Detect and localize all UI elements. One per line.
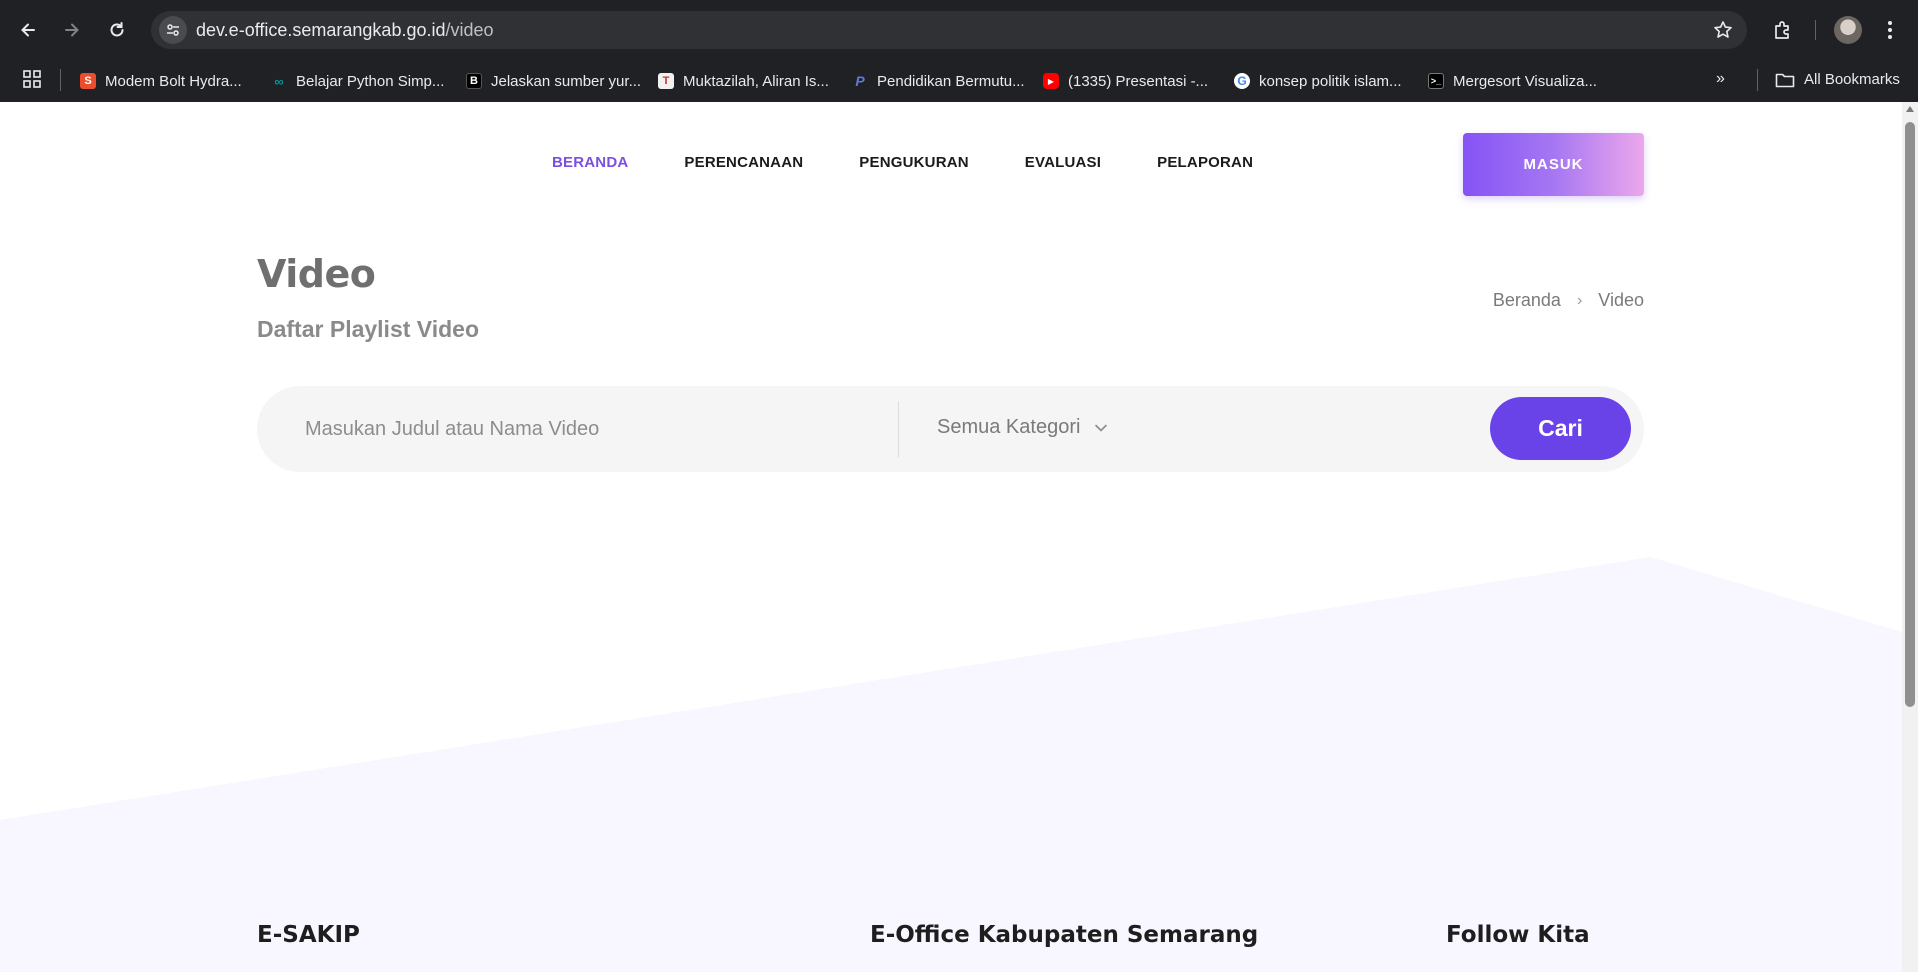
kebab-menu-icon: [1888, 21, 1892, 39]
bookmarks-divider: [1757, 69, 1758, 91]
youtube-icon: ▶: [1043, 73, 1059, 89]
breadcrumb-current: Video: [1598, 290, 1644, 310]
category-select-value: Semua Kategori: [937, 416, 1081, 438]
browser-chrome: dev.e-office.semarangkab.go.id/video S M…: [0, 0, 1918, 102]
bookmarks-divider: [60, 69, 61, 91]
breadcrumb-home-link[interactable]: Beranda: [1493, 290, 1561, 311]
profile-button[interactable]: [1833, 15, 1863, 45]
nav-item-evaluasi[interactable]: EVALUASI: [1025, 154, 1101, 171]
bookmark-label: (1335) Presentasi -...: [1068, 72, 1209, 90]
all-bookmarks-label: All Bookmarks: [1804, 71, 1900, 88]
browser-menu-button[interactable]: [1880, 15, 1900, 45]
puzzle-icon: [1775, 21, 1789, 39]
tirto-icon: T: [658, 73, 674, 89]
bookmark-label: Jelaskan sumber yur...: [491, 72, 642, 90]
chevron-down-icon: [1095, 424, 1108, 432]
folder-icon: [1775, 73, 1795, 87]
shopee-icon: S: [80, 73, 96, 89]
bookmark-item[interactable]: G konsep politik islam...: [1234, 71, 1402, 91]
paypal-icon: P: [855, 73, 865, 89]
nav-item-pelaporan[interactable]: PELAPORAN: [1157, 154, 1253, 171]
page-subtitle: Daftar Playlist Video: [257, 316, 479, 342]
bookmark-label: Mergesort Visualiza...: [1453, 72, 1597, 90]
footer-heading-follow: Follow Kita: [1446, 922, 1590, 948]
bookmark-label: Belajar Python Simp...: [296, 72, 445, 90]
search-button[interactable]: Cari: [1490, 397, 1631, 460]
bookmark-label: konsep politik islam...: [1259, 72, 1402, 90]
page-content: BERANDA PERENCANAAN PENGUKURAN EVALUASI …: [0, 102, 1902, 972]
browser-toolbar: dev.e-office.semarangkab.go.id/video: [0, 0, 1918, 60]
scroll-up-arrow-icon[interactable]: [1906, 106, 1914, 112]
bookmark-item[interactable]: B Jelaskan sumber yur...: [466, 71, 641, 91]
scrollbar-thumb[interactable]: [1905, 122, 1915, 707]
page-title: Video: [257, 252, 376, 296]
arrow-left-icon: [21, 23, 35, 37]
avatar: [1834, 16, 1862, 44]
extensions-button[interactable]: [1768, 15, 1798, 45]
apps-grid-icon[interactable]: [22, 69, 42, 89]
url-path: /video: [445, 20, 494, 40]
bookmarks-bar: S Modem Bolt Hydra... ∞ Belajar Python S…: [0, 60, 1918, 102]
login-button[interactable]: MASUK: [1463, 133, 1644, 196]
bookmark-item[interactable]: P Pendidikan Bermutu...: [852, 71, 1025, 91]
reload-button[interactable]: [100, 13, 134, 47]
breadcrumb: Beranda › Video: [1493, 290, 1644, 311]
footer-heading-esakip: E-SAKIP: [257, 922, 360, 948]
terminal-icon: >_: [1428, 73, 1444, 89]
chevron-right-icon: ›: [1576, 291, 1583, 309]
search-divider: [898, 401, 899, 457]
background-wave-shape: [0, 557, 1902, 972]
bookmark-item[interactable]: T Muktazilah, Aliran Is...: [658, 71, 829, 91]
reload-icon: [110, 22, 124, 37]
bookmark-label: Muktazilah, Aliran Is...: [683, 72, 829, 90]
site-info-icon[interactable]: [159, 16, 187, 44]
nav-item-pengukuran[interactable]: PENGUKURAN: [859, 154, 969, 171]
address-bar[interactable]: dev.e-office.semarangkab.go.id/video: [151, 11, 1747, 49]
bookmark-item[interactable]: ∞ Belajar Python Simp...: [271, 71, 444, 91]
bookmark-label: Pendidikan Bermutu...: [877, 72, 1025, 90]
forward-button[interactable]: [55, 13, 89, 47]
nav-item-perencanaan[interactable]: PERENCANAAN: [684, 154, 803, 171]
video-search-form: Semua Kategori Cari: [257, 386, 1644, 472]
all-bookmarks-button[interactable]: All Bookmarks: [1775, 71, 1900, 88]
nav-item-beranda[interactable]: BERANDA: [552, 154, 628, 171]
url-host: dev.e-office.semarangkab.go.id: [196, 20, 446, 40]
arduino-icon: ∞: [274, 73, 284, 89]
bookmark-star-icon[interactable]: [1713, 20, 1733, 40]
google-icon: G: [1234, 73, 1250, 89]
bookmark-label: Modem Bolt Hydra...: [105, 72, 242, 90]
footer-heading-eoffice: E-Office Kabupaten Semarang: [870, 922, 1259, 948]
back-button[interactable]: [11, 13, 45, 47]
search-input[interactable]: [305, 414, 865, 444]
url-text: dev.e-office.semarangkab.go.id/video: [196, 20, 494, 41]
bookmark-item[interactable]: ▶ (1335) Presentasi -...: [1043, 71, 1208, 91]
main-navigation: BERANDA PERENCANAAN PENGUKURAN EVALUASI …: [552, 154, 1253, 171]
toolbar-divider: [1815, 20, 1816, 40]
arrow-right-icon: [65, 23, 79, 37]
more-bookmarks-chevron-icon[interactable]: »: [1716, 70, 1740, 90]
page-scrollbar[interactable]: [1902, 102, 1918, 972]
category-select[interactable]: Semua Kategori: [937, 416, 1108, 439]
bing-chat-icon: B: [466, 73, 482, 89]
bookmark-item[interactable]: >_ Mergesort Visualiza...: [1428, 71, 1597, 91]
bookmark-item[interactable]: S Modem Bolt Hydra...: [80, 71, 242, 91]
